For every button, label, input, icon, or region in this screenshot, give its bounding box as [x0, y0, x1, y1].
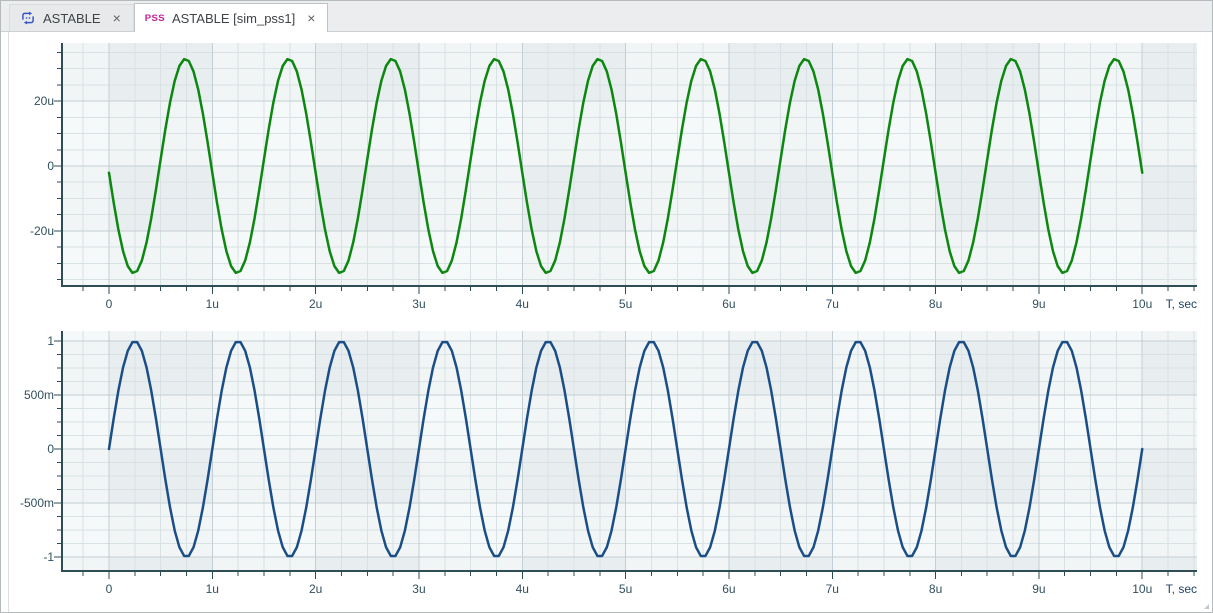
y-tick-label: 20u [34, 94, 54, 108]
x-tick-label: 10u [1132, 582, 1152, 596]
x-axis-unit-label: T, sec [1166, 297, 1197, 311]
x-tick-label: 7u [826, 297, 839, 311]
x-tick-label: 4u [516, 297, 529, 311]
x-tick-label: 9u [1032, 582, 1045, 596]
x-tick-label: 6u [722, 297, 735, 311]
x-axis-unit-label: T, sec [1166, 582, 1197, 596]
waveform-chart-top[interactable]: 0 1u 2u 3u 4u 5u 6u 7u 8u 9u 10u 20u 0 -20u T, sec [1, 32, 1213, 316]
x-tick-label: 0 [106, 582, 113, 596]
x-tick-label: 5u [619, 582, 632, 596]
x-tick-label: 8u [929, 297, 942, 311]
waveform-viewer-window: ASTABLE × PSS ASTABLE [sim_pss1] × 0 1u 2u… [0, 0, 1213, 613]
x-tick-label: 9u [1032, 297, 1045, 311]
pss-badge: PSS [144, 12, 165, 24]
tab-label: ASTABLE [sim_pss1] [171, 10, 296, 26]
x-tick-label: 3u [412, 297, 425, 311]
y-tick-label: -500m [20, 496, 54, 510]
x-tick-label: 5u [619, 297, 632, 311]
tab-label: ASTABLE [43, 10, 101, 26]
x-tick-label: 1u [206, 582, 219, 596]
x-tick-label: 4u [516, 582, 529, 596]
y-tick-label: -1 [43, 550, 54, 564]
x-tick-label: 7u [826, 582, 839, 596]
waveform-chart-bottom[interactable]: 0 1u 2u 3u 4u 5u 6u 7u 8u 9u 10u 1 500m 0 -500m -1 T, se… [1, 316, 1213, 613]
y-tick-label: -20u [30, 224, 54, 238]
x-tick-label: 0 [106, 297, 113, 311]
close-icon[interactable]: × [111, 11, 123, 25]
x-tick-label: 8u [929, 582, 942, 596]
x-tick-label: 6u [722, 582, 735, 596]
waveform-view-area: 0 1u 2u 3u 4u 5u 6u 7u 8u 9u 10u 20u 0 -20u T, sec 0 1u… [1, 32, 1212, 612]
x-tick-label: 10u [1132, 297, 1152, 311]
x-tick-label: 2u [309, 297, 322, 311]
x-tick-label: 1u [206, 297, 219, 311]
y-tick-label: 0 [47, 442, 54, 456]
x-tick-label: 3u [412, 582, 425, 596]
document-tab-bar: ASTABLE × PSS ASTABLE [sim_pss1] × [1, 1, 1212, 32]
y-tick-label: 0 [47, 159, 54, 173]
close-icon[interactable]: × [305, 11, 317, 25]
tab-astable-schematic[interactable]: ASTABLE × [9, 4, 134, 31]
y-tick-label: 1 [47, 334, 54, 348]
tab-astable-sim-pss1[interactable]: PSS ASTABLE [sim_pss1] × [133, 3, 329, 32]
schematic-icon [20, 10, 36, 26]
x-tick-label: 2u [309, 582, 322, 596]
y-tick-label: 500m [24, 388, 54, 402]
